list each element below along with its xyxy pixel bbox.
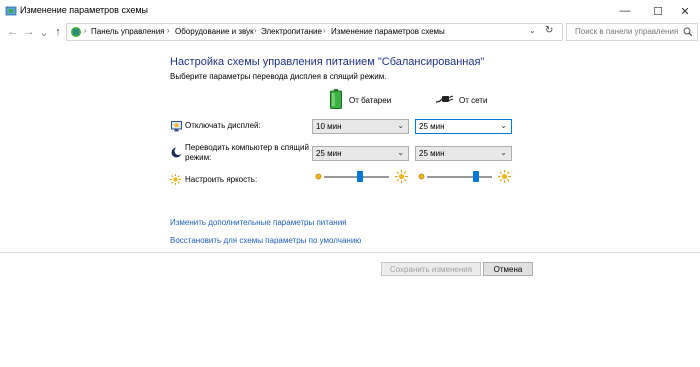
breadcrumb-separator: › — [167, 26, 170, 35]
advanced-settings-link[interactable]: Изменить дополнительные параметры питани… — [170, 218, 347, 227]
brightness-low-icon — [418, 173, 425, 180]
display-icon — [171, 121, 182, 132]
breadcrumb-separator: › — [323, 26, 326, 35]
select-value: 10 мин — [316, 122, 342, 131]
breadcrumb-edit-plan[interactable]: Изменение параметров схемы — [331, 27, 445, 36]
page-title: Настройка схемы управления питанием "Сба… — [170, 56, 485, 68]
power-plug-icon — [436, 95, 454, 103]
search-icon — [683, 27, 693, 37]
display-off-ac-select[interactable]: 25 мин ⌄ — [415, 119, 512, 134]
breadcrumb-separator: › — [84, 26, 87, 35]
sleep-battery-select[interactable]: 25 мин ⌄ — [312, 146, 409, 161]
address-bar[interactable]: › Панель управления › Оборудование и зву… — [66, 23, 563, 41]
brightness-low-icon — [315, 173, 322, 180]
column-header-ac: От сети — [459, 96, 488, 105]
chevron-down-icon: ⌄ — [500, 121, 507, 130]
brightness-high-icon — [498, 170, 511, 183]
display-off-label: Отключать дисплей: — [185, 121, 261, 130]
cancel-button[interactable]: Отмена — [483, 262, 533, 276]
close-icon: ✕ — [680, 5, 690, 18]
brightness-label: Настроить яркость: — [185, 175, 258, 184]
slider-thumb[interactable] — [356, 171, 363, 182]
column-header-battery: От батареи — [349, 96, 392, 105]
breadcrumb-power-options[interactable]: Электропитание — [261, 27, 322, 36]
brightness-battery-slider[interactable] — [314, 170, 409, 184]
maximize-icon: ☐ — [653, 5, 663, 18]
page-subtitle: Выберите параметры перевода дисплея в сп… — [170, 72, 387, 81]
search-input[interactable]: Поиск в панели управления — [575, 27, 678, 36]
address-row: ← → ⌄ ↑ › Панель управления › Оборудован… — [0, 22, 700, 42]
select-value: 25 мин — [419, 149, 445, 158]
brightness-ac-slider[interactable] — [417, 170, 512, 184]
chevron-down-icon: ⌄ — [397, 148, 404, 157]
up-arrow-icon: ↑ — [55, 26, 61, 38]
chevron-down-icon: ⌄ — [500, 148, 507, 157]
chevron-down-icon: ⌄ — [397, 121, 404, 130]
forward-button[interactable]: → — [22, 25, 36, 39]
back-arrow-icon: ← — [7, 26, 19, 38]
search-box[interactable]: Поиск в панели управления — [566, 23, 698, 41]
battery-icon — [330, 89, 342, 109]
sleep-ac-select[interactable]: 25 мин ⌄ — [415, 146, 512, 161]
select-value: 25 мин — [419, 122, 445, 131]
sleep-label-line2: режим: — [185, 153, 212, 162]
display-off-battery-select[interactable]: 10 мин ⌄ — [312, 119, 409, 134]
sleep-moon-icon — [171, 147, 182, 158]
window-title: Изменение параметров схемы — [20, 5, 149, 15]
forward-arrow-icon: → — [23, 26, 35, 38]
title-bar: Изменение параметров схемы — ☐ ✕ — [0, 0, 700, 22]
slider-track — [427, 176, 492, 178]
maximize-button[interactable]: ☐ — [643, 0, 673, 22]
select-value: 25 мин — [316, 149, 342, 158]
restore-defaults-link[interactable]: Восстановить для схемы параметры по умол… — [170, 236, 361, 245]
chevron-down-icon: ⌄ — [39, 26, 49, 39]
up-button[interactable]: ↑ — [51, 25, 65, 39]
divider — [0, 252, 700, 253]
brightness-sun-icon — [170, 174, 181, 185]
breadcrumb-control-panel[interactable]: Панель управления — [91, 27, 165, 36]
slider-thumb[interactable] — [472, 171, 479, 182]
breadcrumb-separator: › — [254, 26, 257, 35]
refresh-icon[interactable]: ↻ — [545, 25, 553, 36]
save-changes-button[interactable]: Сохранить изменения — [381, 262, 481, 276]
breadcrumb-hardware-sound[interactable]: Оборудование и звук — [175, 27, 254, 36]
power-options-icon — [5, 6, 17, 16]
brightness-high-icon — [395, 170, 408, 183]
sleep-label-line1: Переводить компьютер в спящий — [185, 143, 309, 152]
recent-locations-button[interactable]: ⌄ — [37, 25, 51, 39]
minimize-button[interactable]: — — [610, 0, 640, 22]
close-button[interactable]: ✕ — [670, 0, 700, 22]
back-button[interactable]: ← — [6, 25, 20, 39]
control-panel-icon — [71, 27, 81, 37]
address-dropdown-icon[interactable]: ⌄ — [529, 26, 536, 35]
minimize-icon: — — [619, 5, 631, 17]
